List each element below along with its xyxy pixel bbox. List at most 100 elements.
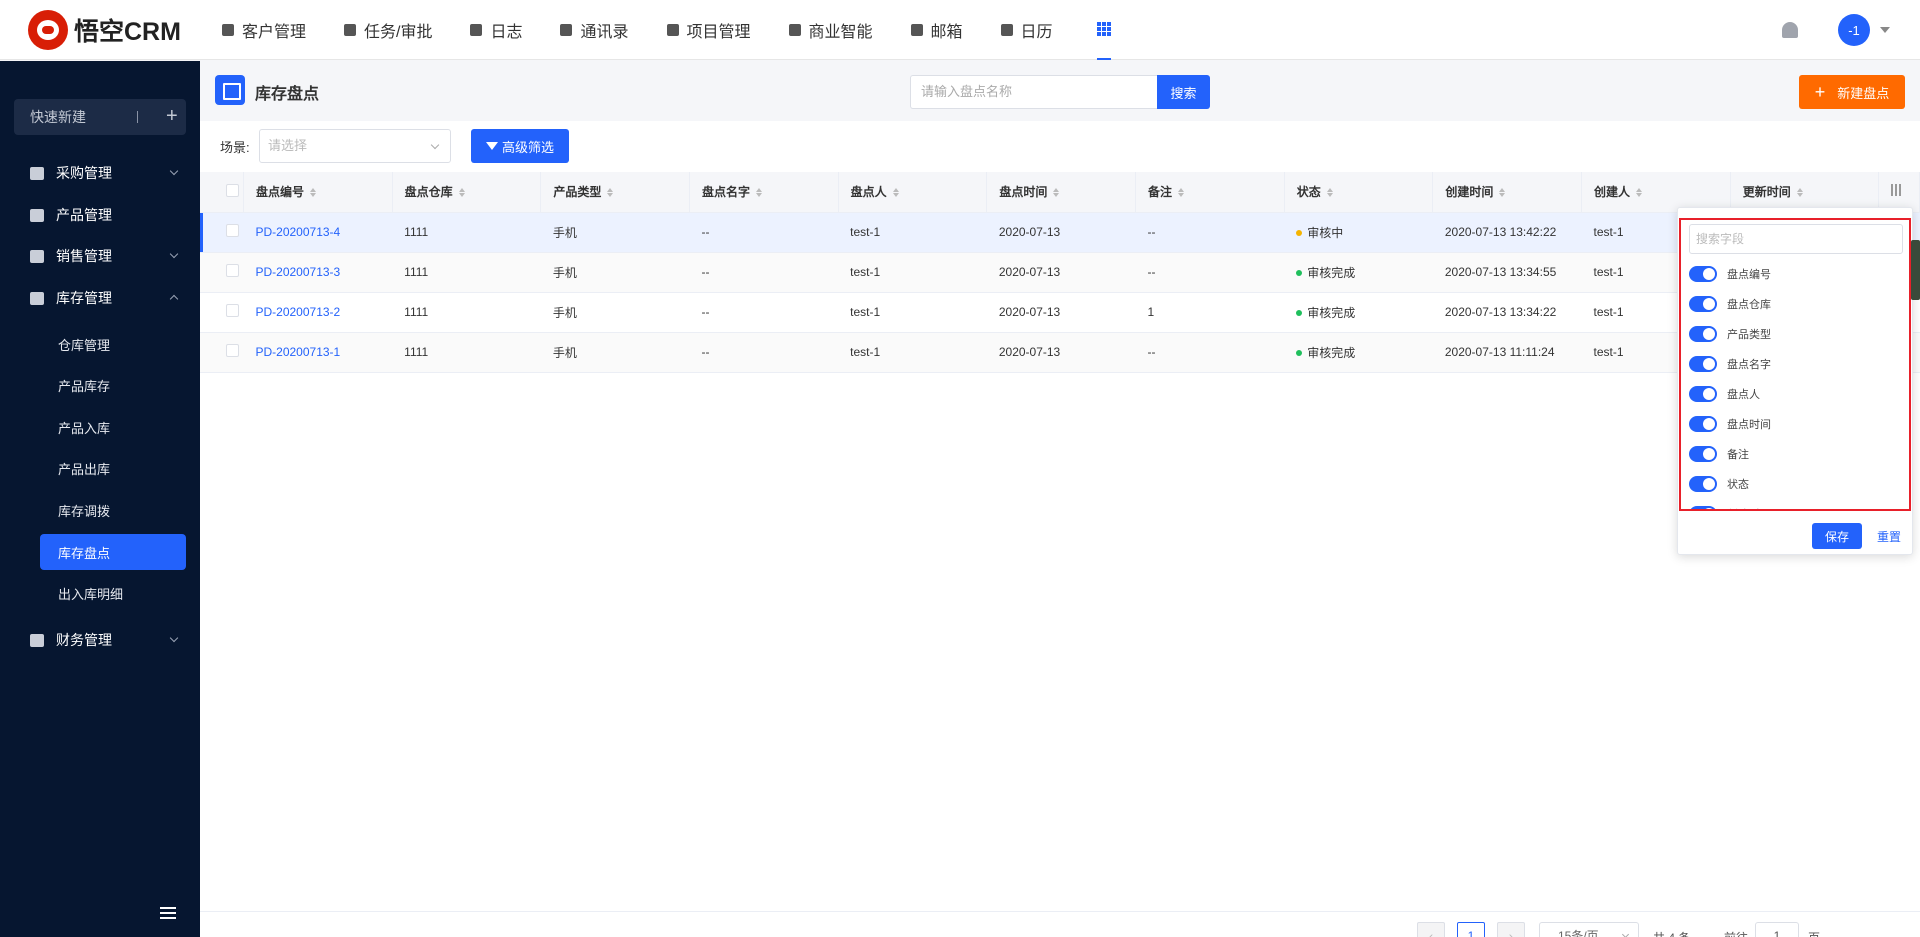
row-checkbox[interactable] [226, 344, 239, 357]
sort-icon[interactable] [310, 188, 316, 198]
sort-icon[interactable] [1326, 188, 1333, 198]
sidebar-item-transfer[interactable]: 库存调拨 [40, 492, 186, 528]
table-row[interactable]: PD-20200713-2 1111 手机 -- test-1 2020-07-13 1 审核… [200, 292, 1920, 333]
sort-icon[interactable] [458, 188, 465, 198]
column-header[interactable]: 状态 [1284, 172, 1434, 213]
cell-name: -- [689, 292, 839, 333]
stocktake-code-link[interactable]: PD-20200713-1 [255, 345, 340, 359]
select-all-checkbox[interactable] [226, 183, 239, 197]
stocktake-icon [215, 75, 245, 105]
field-switch[interactable] [1689, 356, 1717, 372]
column-header[interactable]: 盘点编号 [243, 172, 393, 213]
row-checkbox[interactable] [226, 264, 239, 277]
field-switch[interactable] [1689, 416, 1717, 432]
tag-icon [30, 249, 44, 263]
sidebar-item-product-stock[interactable]: 产品库存 [40, 367, 186, 403]
sidebar-item-stock-in[interactable]: 产品入库 [40, 409, 186, 445]
column-settings-icon[interactable] [1891, 184, 1903, 197]
scrollbar[interactable] [1911, 240, 1920, 300]
stocktake-code-link[interactable]: PD-20200713-2 [255, 305, 340, 319]
prev-page-button[interactable]: ‹ [1417, 922, 1445, 937]
column-header[interactable]: 创建人 [1581, 172, 1731, 213]
nav-log[interactable]: 日志 [470, 0, 540, 60]
table-row[interactable]: PD-20200713-3 1111 手机 -- test-1 2020-07-13 -- 审… [200, 252, 1920, 293]
column-header[interactable]: 盘点仓库 [392, 172, 542, 213]
table-row[interactable]: PD-20200713-1 1111 手机 -- test-1 2020-07-13 -- 审… [200, 332, 1920, 373]
sidebar-item-stocktake[interactable]: 库存盘点 [40, 534, 186, 570]
field-switch[interactable] [1689, 446, 1717, 462]
page-size-select[interactable]: 15条/页 [1539, 922, 1639, 937]
nav-calendar[interactable]: 日历 [1000, 0, 1071, 60]
nav-customer[interactable]: 客户管理 [222, 0, 324, 60]
table-row[interactable]: PD-20200713-4 1111 手机 -- test-1 2020-07-13 -- 审… [200, 212, 1920, 253]
cell-person: test-1 [838, 292, 987, 333]
field-switch[interactable] [1689, 386, 1717, 402]
sidebar-item-warehouse[interactable]: 仓库管理 [40, 326, 186, 362]
sidebar-item-stock-out[interactable]: 产品出库 [40, 450, 186, 486]
cell-created: 2020-07-13 13:42:22 [1432, 212, 1582, 253]
page-number[interactable]: 1 [1457, 922, 1485, 937]
nav-project[interactable]: 项目管理 [666, 0, 769, 60]
new-stocktake-button[interactable]: + 新建盘点 [1799, 75, 1905, 109]
row-checkbox[interactable] [226, 224, 239, 237]
sort-icon[interactable] [607, 188, 614, 198]
column-header[interactable]: 更新时间 [1730, 172, 1880, 213]
sort-icon[interactable] [892, 188, 899, 198]
field-switch[interactable] [1689, 506, 1717, 509]
column-header[interactable]: 产品类型 [540, 172, 690, 213]
column-header[interactable]: 创建时间 [1432, 172, 1583, 213]
bell-icon[interactable] [1782, 22, 1798, 38]
sort-icon[interactable] [1499, 188, 1506, 198]
sort-icon[interactable] [1053, 188, 1060, 198]
nav-task[interactable]: 任务/审批 [344, 0, 450, 60]
wallet-icon [30, 633, 44, 647]
field-switch[interactable] [1689, 326, 1717, 342]
column-header[interactable]: 备注 [1135, 172, 1285, 213]
sort-icon[interactable] [1636, 188, 1643, 198]
nav-contacts[interactable]: 通讯录 [560, 0, 646, 60]
reset-button[interactable]: 重置 [1877, 528, 1901, 545]
stocktake-code-link[interactable]: PD-20200713-3 [255, 265, 340, 279]
select-all-cell [200, 172, 244, 213]
page-title: 库存盘点 [255, 86, 320, 103]
avatar[interactable]: -1 [1838, 14, 1870, 46]
scene-select[interactable]: 请选择 [259, 129, 451, 163]
cell-type: 手机 [540, 212, 690, 253]
field-switch[interactable] [1689, 296, 1717, 312]
sidebar-item-sales[interactable]: 销售管理 [0, 236, 200, 276]
search-button[interactable]: 搜索 [1157, 75, 1210, 109]
nav-apps[interactable] [1096, 0, 1111, 60]
quick-new-button[interactable]: 快速新建 + [14, 99, 186, 135]
cell-remark: -- [1135, 212, 1285, 253]
cell-person: test-1 [838, 212, 987, 253]
collapse-sidebar-icon[interactable] [160, 907, 180, 921]
cell-person: test-1 [838, 332, 987, 373]
field-switch[interactable] [1689, 476, 1717, 492]
sidebar-item-finance[interactable]: 财务管理 [0, 620, 200, 660]
save-button[interactable]: 保存 [1812, 523, 1862, 549]
goto-page-input[interactable]: 1 [1755, 922, 1799, 937]
field-switch[interactable] [1689, 266, 1717, 282]
main-area: 库存盘点 请输入盘点名称 搜索 + 新建盘点 场景: 请选择 高级筛选 盘点编号… [200, 61, 1920, 937]
column-header[interactable]: 盘点时间 [986, 172, 1137, 213]
chevron-down-icon[interactable] [1880, 27, 1890, 33]
status-text: 审核完成 [1307, 265, 1356, 280]
next-page-button[interactable]: › [1497, 922, 1525, 937]
sort-icon[interactable] [1178, 188, 1185, 198]
row-checkbox[interactable] [226, 304, 239, 317]
sort-icon[interactable] [756, 188, 763, 198]
column-header[interactable]: 盘点人 [838, 172, 988, 213]
field-search-input[interactable]: 搜索字段 [1689, 224, 1903, 254]
nav-bi[interactable]: 商业智能 [788, 0, 891, 60]
search-input[interactable]: 请输入盘点名称 [910, 75, 1158, 109]
sidebar-item-purchase[interactable]: 采购管理 [0, 153, 200, 193]
sidebar-item-inventory[interactable]: 库存管理 [0, 278, 200, 318]
sidebar-item-inout-detail[interactable]: 出入库明细 [40, 575, 186, 611]
advanced-filter-button[interactable]: 高级筛选 [471, 129, 569, 163]
nav-mail[interactable]: 邮箱 [910, 0, 981, 60]
column-header[interactable]: 盘点名字 [689, 172, 839, 213]
sidebar-item-product[interactable]: 产品管理 [0, 195, 200, 235]
sort-icon[interactable] [1796, 188, 1803, 198]
logo[interactable]: 悟空CRM [28, 9, 188, 50]
stocktake-code-link[interactable]: PD-20200713-4 [255, 225, 340, 239]
